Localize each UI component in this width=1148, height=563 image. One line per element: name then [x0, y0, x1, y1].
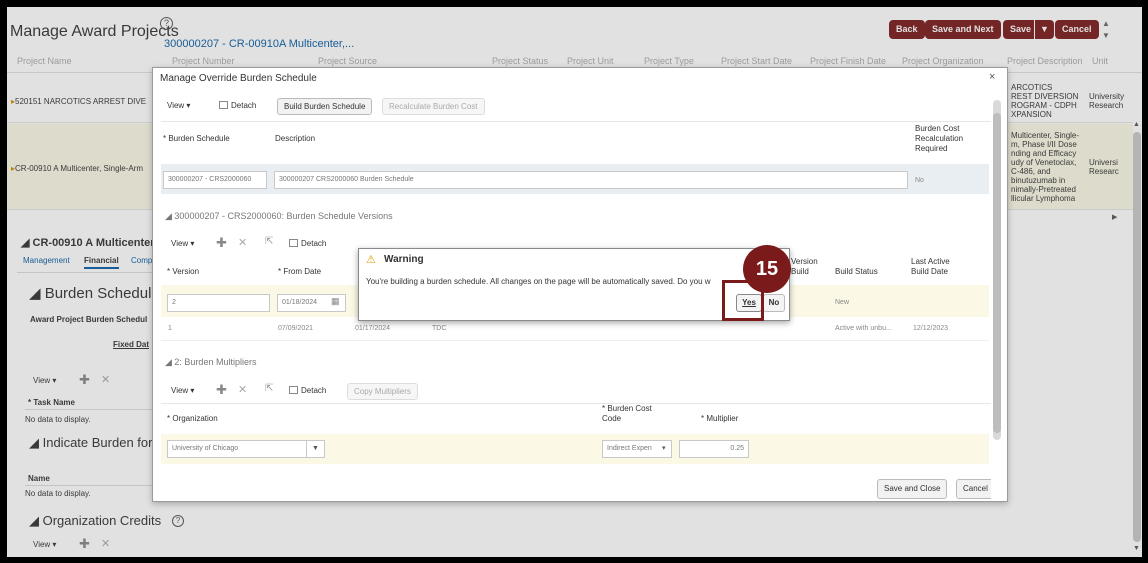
no-button[interactable]: No: [763, 294, 785, 312]
organization-col: Organization: [167, 414, 217, 423]
build-status-col: Build Status: [835, 267, 878, 276]
multipliers-section-title: ◢ 2: Burden Multipliers: [165, 357, 257, 367]
burden-schedule-field[interactable]: 300000207 - CRS2000060: [163, 171, 267, 189]
calendar-icon[interactable]: ▦: [331, 296, 340, 307]
warning-message: You're building a burden schedule. All c…: [366, 277, 711, 286]
view-menu[interactable]: View ▾: [171, 239, 194, 248]
description-field[interactable]: 300000207 CRS2000060 Burden Schedule: [274, 171, 908, 189]
step-badge: 15: [743, 245, 791, 293]
delete-icon[interactable]: ✕: [238, 383, 247, 396]
recalculate-burden-cost-button: Recalculate Burden Cost: [382, 98, 485, 115]
to-date-value: 01/17/2024: [355, 325, 391, 332]
add-icon[interactable]: ✚: [216, 382, 227, 398]
chevron-down-icon[interactable]: ▼: [306, 441, 324, 457]
multiplier-col: Multiplier: [701, 414, 738, 423]
version-col: Version: [167, 267, 199, 276]
multiplier-field[interactable]: 0.25: [679, 440, 749, 458]
export-icon[interactable]: ⇱: [265, 383, 273, 394]
version-field[interactable]: 2: [167, 294, 270, 312]
app-window: Manage Award Projects ? 300000207 - CR-0…: [7, 7, 1142, 557]
burden-schedule-col: Burden Schedule: [163, 134, 229, 143]
detach-button[interactable]: Detach: [219, 101, 256, 110]
detach-button[interactable]: Detach: [289, 386, 326, 395]
recalc-required-col: Burden Cost Recalculation Required: [915, 124, 964, 153]
from-date-value: 07/09/2021: [278, 325, 314, 332]
version-type-value: TDC: [432, 325, 447, 332]
detach-icon: [219, 101, 228, 109]
delete-icon[interactable]: ✕: [238, 236, 247, 249]
build-status-value: Active with unbu...: [835, 325, 892, 332]
versions-section-title: ◢ 300000207 - CRS2000060: Burden Schedul…: [165, 211, 393, 221]
build-status-value: New: [835, 299, 850, 306]
last-active-build-date-value: 12/12/2023: [913, 325, 949, 332]
export-icon[interactable]: ⇱: [265, 236, 273, 247]
detach-button[interactable]: Detach: [289, 239, 326, 248]
build-burden-schedule-button[interactable]: Build Burden Schedule: [277, 98, 373, 115]
burden-cost-code-col: * Burden Cost Code: [602, 404, 652, 423]
view-menu[interactable]: View ▾: [171, 386, 194, 395]
warning-title: Warning: [384, 254, 424, 265]
from-date-col: From Date: [278, 267, 321, 276]
version-build-col: Version Build: [791, 257, 818, 276]
detach-icon: [289, 386, 298, 394]
copy-multipliers-button: Copy Multipliers: [347, 383, 418, 400]
close-icon[interactable]: ×: [989, 71, 995, 83]
description-col: Description: [275, 134, 316, 143]
chevron-down-icon[interactable]: ▾: [662, 444, 666, 452]
dialog-title: Manage Override Burden Schedule: [160, 73, 317, 84]
recalc-required-value: No: [915, 177, 924, 184]
last-active-build-date-col: Last Active Build Date: [911, 257, 950, 276]
save-and-close-button[interactable]: Save and Close: [877, 479, 948, 499]
add-icon[interactable]: ✚: [216, 235, 227, 251]
organization-select[interactable]: University of Chicago: [167, 440, 325, 458]
cancel-button[interactable]: Cancel: [956, 479, 991, 499]
dialog-scrollbar-thumb[interactable]: [993, 113, 1001, 433]
warning-icon: ⚠: [366, 254, 376, 266]
detach-icon: [289, 239, 298, 247]
view-menu[interactable]: View ▾: [167, 101, 190, 110]
version-value: 1: [168, 325, 172, 332]
